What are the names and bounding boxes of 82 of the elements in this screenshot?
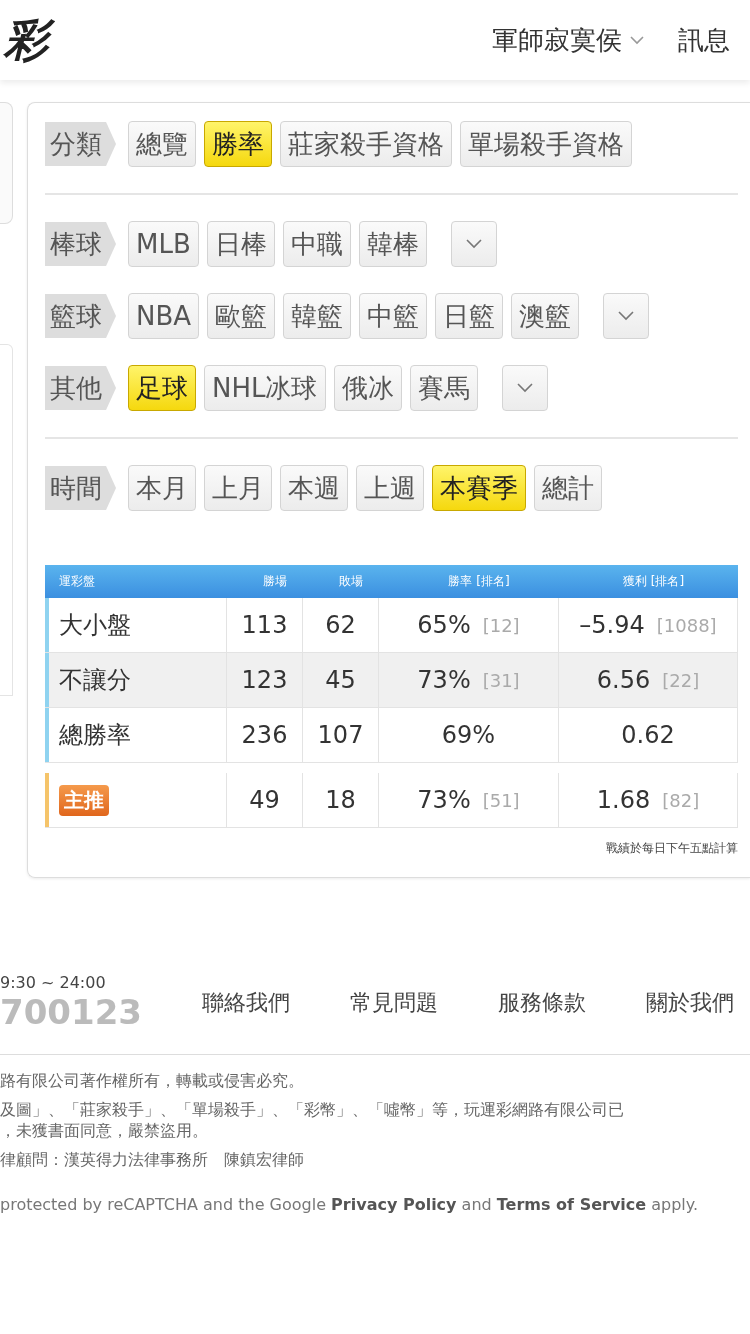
filter-chip[interactable]: 賽馬 <box>409 365 478 411</box>
table-cell: 236 <box>241 721 288 749</box>
filter-chip[interactable]: 總計 <box>534 465 602 511</box>
table-cell: 65% <box>417 611 471 639</box>
more-button[interactable] <box>450 221 497 267</box>
caret-icon <box>516 383 533 393</box>
column-header: 獲利 [排名] <box>621 573 686 590</box>
table-cell: 73% <box>417 666 471 694</box>
caret-icon <box>465 239 482 249</box>
filter-chip[interactable]: 本賽季 <box>432 465 526 511</box>
filter-chip[interactable]: 本月 <box>128 465 196 511</box>
table-cell: 45 <box>325 666 356 694</box>
filter-chip[interactable]: 莊家殺手資格 <box>280 121 452 167</box>
footer-link[interactable]: 服務條款 <box>497 987 586 1018</box>
more-button[interactable] <box>501 365 548 411</box>
filter-chip[interactable]: 韓棒 <box>358 221 427 267</box>
table-cell: 62 <box>325 611 356 639</box>
table-cell: 49 <box>249 786 280 814</box>
more-button[interactable] <box>603 293 650 339</box>
table-cell: 113 <box>241 611 288 639</box>
table-cell: 69% <box>441 721 496 749</box>
filter-chip[interactable]: 單場殺手資格 <box>460 121 632 167</box>
filter-chip[interactable]: 上月 <box>204 465 272 511</box>
filter-chip[interactable]: 日棒 <box>206 221 275 267</box>
table-cell: –5.94 <box>579 611 645 639</box>
table-cell: 18 <box>325 786 356 814</box>
table-cell: 6.56 <box>596 666 651 694</box>
filter-chip[interactable]: 本週 <box>280 465 348 511</box>
rank-text: [12] <box>482 614 520 636</box>
site-logo[interactable]: 彩 <box>0 10 56 70</box>
column-header: 勝場 <box>262 573 288 590</box>
filter-chip[interactable]: 中職 <box>282 221 351 267</box>
row-label: 不讓分 <box>59 665 131 696</box>
messages-link[interactable]: 訊息 <box>678 22 730 58</box>
filter-label: 籃球 <box>45 294 116 338</box>
filter-chip[interactable]: NHL冰球 <box>204 365 326 411</box>
filter-chip[interactable]: 中籃 <box>359 293 428 339</box>
filter-chip[interactable]: NBA <box>128 293 200 339</box>
rank-text: [82] <box>662 789 700 811</box>
filter-chip[interactable]: 上週 <box>356 465 424 511</box>
filter-label: 其他 <box>45 366 116 410</box>
copyright-text: ，未獲書面同意，嚴禁盜用。 <box>0 1121 209 1142</box>
filter-chip[interactable]: 足球 <box>128 365 196 411</box>
filter-chip[interactable]: MLB <box>128 221 199 267</box>
rank-text: [22] <box>662 669 700 691</box>
footer-link[interactable]: 常見問題 <box>349 987 438 1018</box>
table-cell: 107 <box>317 721 364 749</box>
filter-chip[interactable]: 澳籃 <box>511 293 580 339</box>
filter-chip[interactable]: 俄冰 <box>333 365 402 411</box>
column-header: 運彩盤 <box>58 573 96 590</box>
column-header: 敗場 <box>338 573 364 590</box>
user-menu[interactable]: 軍師寂寞侯 <box>492 22 644 58</box>
table-cell: 0.62 <box>621 721 675 749</box>
table-cell: 73% <box>417 786 471 814</box>
rank-text: [31] <box>482 669 520 691</box>
filter-chip[interactable]: 勝率 <box>204 121 272 167</box>
filter-label: 分類 <box>45 122 116 166</box>
row-label: 大小盤 <box>59 610 131 641</box>
table-cell: 1.68 <box>596 786 651 814</box>
filter-label: 棒球 <box>45 222 116 266</box>
footer-link[interactable]: 聯絡我們 <box>201 987 290 1018</box>
recaptcha-text: protected by reCAPTCHA and the Google Privacy Policy and Terms of Service apply. <box>0 1195 700 1214</box>
filter-chip[interactable]: 日籃 <box>435 293 504 339</box>
filter-chip[interactable]: 韓籃 <box>283 293 352 339</box>
footer-link[interactable]: 關於我們 <box>645 987 734 1018</box>
caret-icon <box>618 311 635 321</box>
filter-label: 時間 <box>45 466 116 510</box>
row-label: 總勝率 <box>59 720 131 751</box>
featured-badge: 主推 <box>59 784 109 816</box>
phone-number: 700123 <box>0 992 142 1032</box>
rank-text: [1088] <box>656 614 717 636</box>
caret-icon <box>630 35 644 45</box>
filter-chip[interactable]: 總覽 <box>128 121 196 167</box>
copyright-text: 及圖」、「莊家殺手」、「單場殺手」、「彩幣」、「噓幣」等，玩運彩網路有限公司已 <box>0 1100 625 1121</box>
rank-text: [51] <box>482 789 520 811</box>
service-hours: 9:30 ~ 24:00 <box>0 973 107 992</box>
filter-chip[interactable]: 歐籃 <box>207 293 276 339</box>
copyright-text: 律顧問：漢英得力法律事務所 陳鎮宏律師 <box>0 1150 305 1171</box>
column-header: 勝率 [排名] <box>447 573 511 590</box>
table-cell: 123 <box>241 666 288 694</box>
note-text: 戰績於每日下午五點計算 <box>605 840 738 857</box>
copyright-text: 路有限公司著作權所有，轉載或侵害必究。 <box>0 1071 305 1092</box>
